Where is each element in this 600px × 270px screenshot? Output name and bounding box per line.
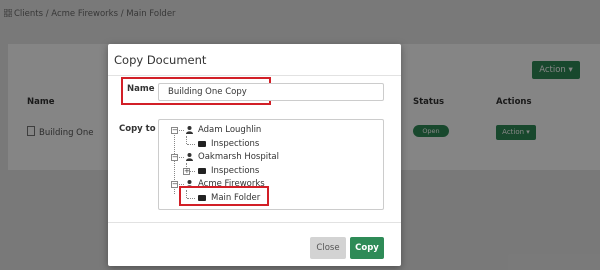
tree-connector: [179, 184, 184, 185]
folder-icon: [198, 168, 206, 174]
tree-connector: [187, 144, 195, 145]
tree-node-inspections[interactable]: Inspections: [198, 138, 278, 150]
name-label: Name: [127, 84, 155, 94]
close-button[interactable]: Close: [310, 237, 346, 259]
main-folder-highlight-box: [179, 186, 269, 206]
copy-to-label: Copy to: [119, 124, 156, 134]
copy-button[interactable]: Copy: [350, 237, 384, 259]
folder-icon: [198, 141, 206, 147]
collapse-toggle-icon[interactable]: −: [171, 127, 178, 134]
tree-node-inspections[interactable]: Inspections: [198, 165, 278, 177]
person-icon: [186, 153, 193, 161]
tree-connector: [179, 130, 184, 131]
expand-toggle-icon[interactable]: +: [183, 168, 190, 175]
tree-node-label: Inspections: [211, 139, 260, 149]
copy-document-dialog: Copy Document Name Copy to − Adam Loughl…: [108, 44, 401, 266]
tree-connector: [186, 136, 187, 144]
header-divider: [108, 75, 401, 76]
footer-divider: [108, 222, 401, 223]
tree-connector: [179, 157, 184, 158]
tree-node-adam-loughlin[interactable]: Adam Loughlin: [186, 124, 296, 136]
tree-node-oakmarsh-hospital[interactable]: Oakmarsh Hospital: [186, 151, 306, 163]
dialog-title: Copy Document: [114, 53, 207, 67]
collapse-toggle-icon[interactable]: −: [171, 154, 178, 161]
tree-node-label: Oakmarsh Hospital: [198, 152, 280, 162]
collapse-toggle-icon[interactable]: −: [171, 181, 178, 188]
person-icon: [186, 126, 193, 134]
tree-node-label: Inspections: [211, 166, 260, 176]
name-input[interactable]: [158, 83, 384, 101]
tree-node-label: Adam Loughlin: [198, 125, 262, 135]
